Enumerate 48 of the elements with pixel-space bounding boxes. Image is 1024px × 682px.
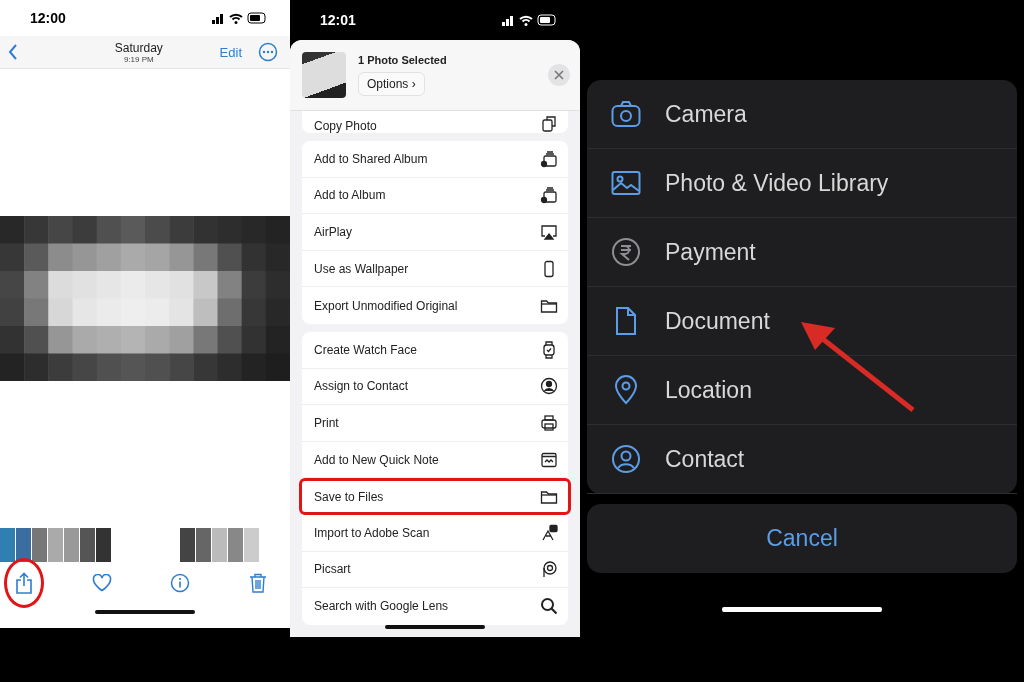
status-icons bbox=[502, 14, 558, 26]
watch-icon bbox=[540, 340, 558, 359]
share-action[interactable]: Print bbox=[302, 405, 568, 442]
note-icon bbox=[540, 450, 558, 469]
close-button[interactable] bbox=[548, 64, 570, 86]
share-action[interactable]: Picsart bbox=[302, 551, 568, 589]
picsart-icon bbox=[540, 560, 558, 579]
share-action[interactable]: Search with Google Lens bbox=[302, 588, 568, 625]
shared-album-icon bbox=[540, 149, 558, 168]
selection-title: 1 Photo Selected bbox=[358, 54, 447, 66]
status-time: 12:00 bbox=[30, 10, 66, 26]
copy-icon bbox=[540, 115, 558, 133]
share-action[interactable]: Add to Shared Album bbox=[302, 141, 568, 178]
back-icon[interactable] bbox=[8, 44, 18, 60]
share-action[interactable]: Assign to Contact bbox=[302, 368, 568, 406]
scan-icon bbox=[540, 523, 558, 542]
heart-icon bbox=[92, 574, 112, 592]
share-action[interactable]: Use as Wallpaper bbox=[302, 250, 568, 288]
share-icon bbox=[15, 572, 33, 594]
share-action[interactable]: Import to Adobe Scan bbox=[302, 514, 568, 552]
photo-placeholder bbox=[302, 52, 346, 98]
share-action[interactable]: Copy Photo bbox=[302, 111, 568, 133]
share-action[interactable]: Create Watch Face bbox=[302, 331, 568, 369]
share-action[interactable]: Export Unmodified Original bbox=[302, 287, 568, 324]
trash-icon bbox=[249, 573, 267, 593]
album-icon bbox=[540, 186, 558, 205]
info-icon bbox=[170, 573, 190, 593]
options-button[interactable]: Options › bbox=[358, 72, 425, 96]
attachment-option[interactable]: Payment bbox=[587, 218, 1017, 287]
printer-icon bbox=[540, 413, 558, 432]
share-action[interactable]: Save to Files bbox=[299, 478, 571, 515]
status-icons bbox=[212, 12, 268, 24]
nav-subtitle: 9:19 PM bbox=[123, 54, 154, 64]
attachment-option[interactable]: Camera bbox=[587, 80, 1017, 149]
nav-title: Saturday bbox=[114, 40, 163, 55]
close-icon bbox=[554, 70, 564, 80]
status-time: 12:01 bbox=[320, 12, 356, 28]
attachment-option[interactable]: Photo & Video Library bbox=[587, 149, 1017, 218]
airplay-icon bbox=[540, 223, 558, 241]
edit-link[interactable]: Edit bbox=[219, 44, 242, 60]
attachment-option[interactable]: Location bbox=[587, 356, 1017, 425]
more-icon[interactable] bbox=[258, 42, 278, 62]
share-action[interactable]: Add to Album bbox=[302, 177, 568, 215]
share-action[interactable]: AirPlay bbox=[302, 214, 568, 251]
search-icon bbox=[540, 597, 558, 616]
contact-icon bbox=[540, 377, 558, 396]
attachment-option[interactable]: Contact bbox=[587, 425, 1017, 494]
cancel-button[interactable]: Cancel bbox=[587, 504, 1017, 573]
